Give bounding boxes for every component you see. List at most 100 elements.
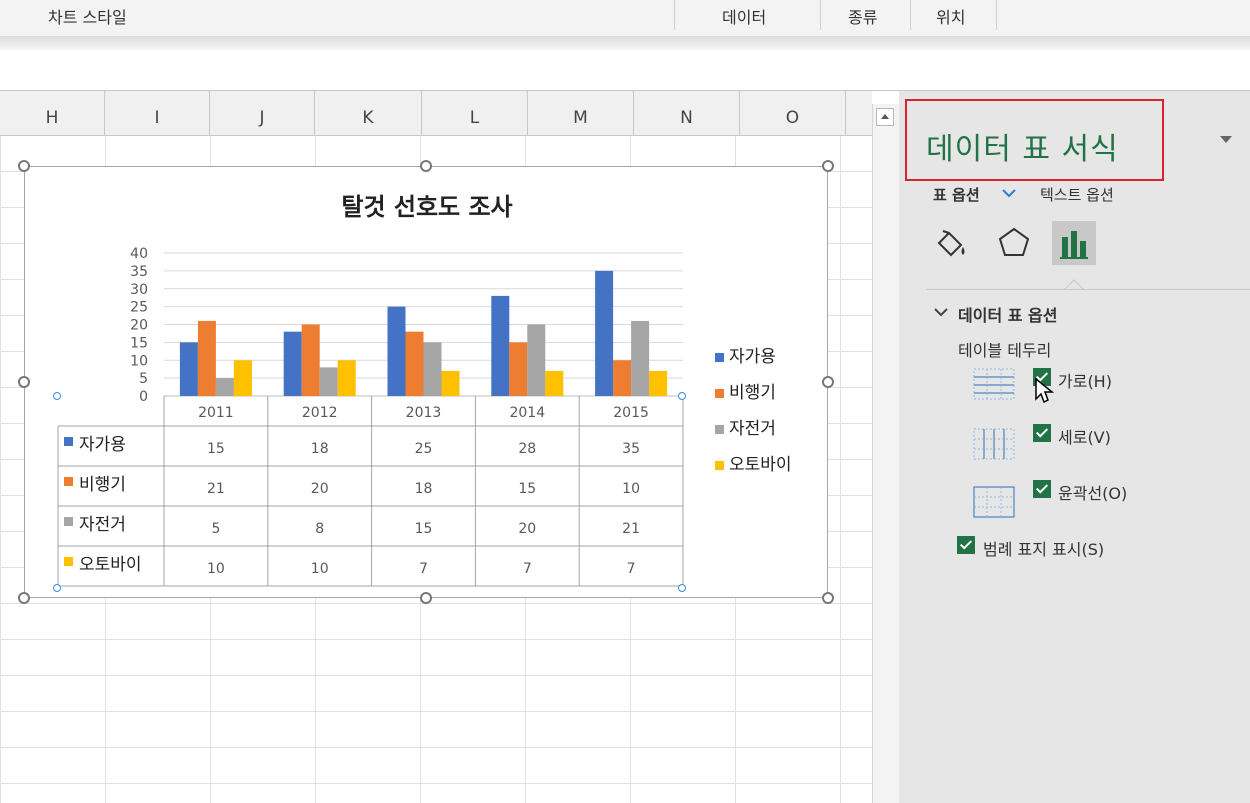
table-border-label: 테이블 테두리 [958,341,1052,360]
vertical-scrollbar[interactable] [872,104,899,803]
horizontal-label[interactable]: 가로(H) [1058,368,1112,392]
column-header-h[interactable]: H [0,91,105,135]
bar[interactable] [215,378,234,396]
table-cell-value: 7 [627,561,636,577]
tab-table-options[interactable]: 표 옵션 [933,184,980,205]
table-cell-value: 35 [622,441,640,457]
column-header-i[interactable]: I [105,91,210,135]
outline-label[interactable]: 윤곽선(O) [1058,480,1127,504]
chevron-down-icon[interactable] [1002,188,1016,198]
table-cell-value: 10 [622,481,640,497]
legend-swatch [715,389,724,398]
bar[interactable] [631,320,650,396]
bar[interactable] [179,342,198,396]
y-tick-label: 5 [139,371,148,387]
bar[interactable] [545,370,564,396]
bar[interactable] [301,324,320,397]
column-header-n[interactable]: N [634,91,740,135]
vertical-label[interactable]: 세로(V) [1058,424,1111,448]
bar[interactable] [649,370,668,396]
table-series-label: 오토바이 [79,555,142,575]
resize-handle-right[interactable] [822,376,834,388]
table-cell-value: 10 [311,561,329,577]
legend-swatch [715,461,724,470]
chart-canvas: 탈것 선호도 조사 0510152025303540 2011 2012 2013 2… [57,193,792,587]
bar[interactable] [595,270,614,396]
effects-pentagon-icon[interactable] [992,221,1036,265]
column-header-m[interactable]: M [528,91,634,135]
chart-options-icon[interactable] [1052,221,1096,265]
pane-title: 데이터 표 서식 [926,132,1119,167]
resize-handle-top-right[interactable] [822,160,834,172]
x-category-label: 2015 [613,405,649,421]
legend-key [64,437,73,446]
resize-handle-left[interactable] [18,376,30,388]
legend-label[interactable]: 자전거 [729,419,776,439]
x-category-label: 2012 [302,405,338,421]
show-legend-keys-checkbox[interactable] [957,536,975,554]
column-header-l[interactable]: L [422,91,528,135]
ribbon-group-chart-styles[interactable]: 차트 스타일 [48,0,127,32]
resize-handle-bottom[interactable] [420,592,432,604]
y-tick-label: 20 [130,318,148,334]
data-table-handle[interactable] [53,584,61,592]
tab-text-options[interactable]: 텍스트 옵션 [1040,184,1114,205]
mouse-cursor-icon [1035,377,1054,404]
table-cell-value: 18 [415,481,433,497]
ribbon-bottom-edge [0,36,1250,50]
bar[interactable] [509,342,528,396]
table-cell-value: 20 [311,481,329,497]
bar[interactable] [441,370,460,396]
x-category-label: 2014 [509,405,545,421]
fill-line-icon[interactable] [929,221,973,265]
bar[interactable] [233,360,252,396]
bar[interactable] [491,295,510,396]
data-table-handle[interactable] [678,392,686,400]
section-title[interactable]: 데이터 표 옵션 [958,302,1057,326]
legend-label[interactable]: 자가용 [729,347,776,367]
resize-handle-top[interactable] [420,160,432,172]
horizontal-border-icon [973,368,1015,400]
ribbon-group-data[interactable]: 데이터 [722,0,766,32]
chart-area[interactable]: 탈것 선호도 조사 0 5 10 15 20 25 30 35 40 2011 2012 2013 2… [18,160,834,604]
chart-title[interactable]: 탈것 선호도 조사 [341,193,512,221]
column-header-o[interactable]: O [740,91,846,135]
resize-handle-bottom-left[interactable] [18,592,30,604]
bar[interactable] [337,360,356,396]
data-table-handle[interactable] [53,392,61,400]
data-table-handle[interactable] [678,584,686,592]
bar[interactable] [527,324,546,397]
bar[interactable] [405,331,424,396]
ribbon-separator [674,0,675,30]
legend-key [64,557,73,566]
pane-options-dropdown-icon[interactable] [1220,136,1232,143]
scroll-up-arrow-icon[interactable] [876,108,894,126]
vertical-border-icon [973,428,1015,460]
ribbon-group-type[interactable]: 종류 [848,0,877,32]
legend-label[interactable]: 비행기 [729,383,776,403]
bar[interactable] [319,367,338,396]
resize-handle-bottom-right[interactable] [822,592,834,604]
table-cell-value: 15 [518,481,536,497]
bar[interactable] [197,320,216,396]
bar[interactable] [423,342,442,396]
bar[interactable] [283,331,302,396]
section-collapse-chevron-icon[interactable] [934,307,948,317]
y-tick-label: 10 [130,353,148,369]
bar[interactable] [613,360,632,396]
resize-handle-top-left[interactable] [18,160,30,172]
y-tick-label: 40 [130,246,148,262]
legend-swatch [715,425,724,434]
ribbon-group-location[interactable]: 위치 [936,0,965,32]
vertical-checkbox[interactable] [1033,424,1051,442]
show-legend-keys-label[interactable]: 범례 표지 표시(S) [983,536,1104,560]
y-tick-label: 15 [130,335,148,351]
column-header-j[interactable]: J [210,91,315,135]
legend-label[interactable]: 오토바이 [729,455,792,475]
outline-checkbox[interactable] [1033,480,1051,498]
bar[interactable] [387,306,406,396]
column-header-k[interactable]: K [315,91,422,135]
table-cell-value: 25 [415,441,433,457]
table-cell-value: 28 [518,441,536,457]
pane-divider [926,289,1250,290]
